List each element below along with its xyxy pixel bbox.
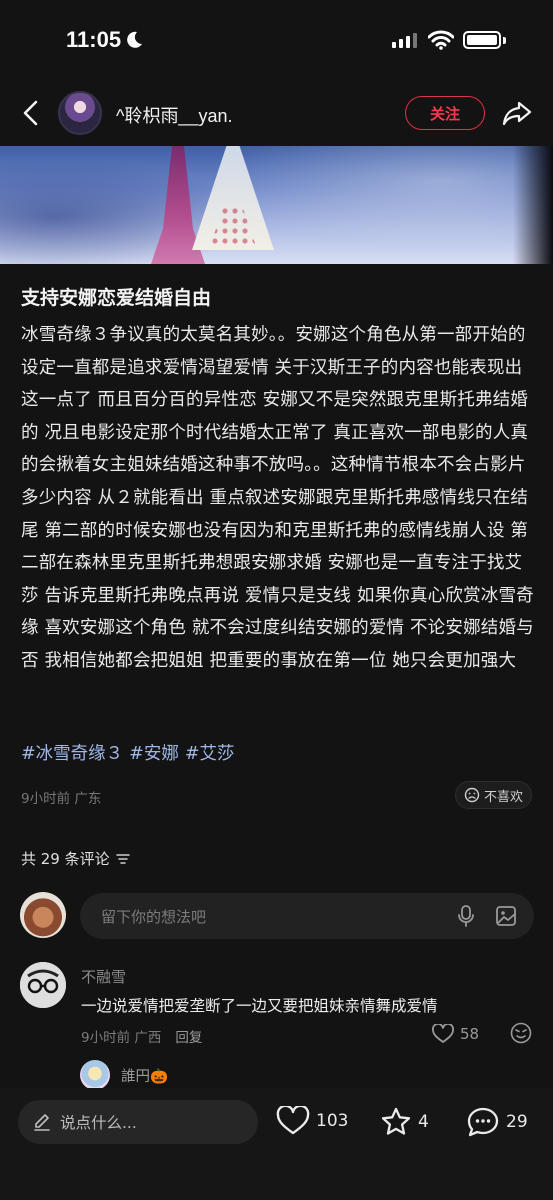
say-placeholder: 说点什么... (60, 1114, 137, 1132)
comment-like-count: 58 (460, 1025, 480, 1043)
post-body: 冰雪奇缘３争议真的太莫名其妙。。安娜这个角色从第一部开始的设定一直都是追求爱情渴… (21, 325, 534, 671)
chat-bubble-icon (467, 1107, 499, 1137)
comment-like-button[interactable]: 58 (432, 1024, 479, 1044)
pencil-icon (34, 1114, 50, 1131)
comments-header[interactable]: 共 29 条评论 (21, 848, 130, 869)
tag-link[interactable]: #艾莎 (185, 740, 235, 765)
battery-cap (503, 37, 506, 44)
bottom-action-bar: 说点什么... 103 4 29 (0, 1088, 553, 1200)
author-avatar[interactable] (58, 91, 102, 135)
post-title: 支持安娜恋爱结婚自由 (21, 287, 212, 309)
wifi-icon (427, 30, 455, 54)
post-image[interactable] (0, 146, 553, 264)
moon-icon (124, 30, 144, 54)
dislike-button[interactable]: 不喜欢 (455, 781, 533, 809)
image-icon[interactable] (495, 905, 517, 931)
chevron-left-icon (23, 100, 38, 126)
post-header: ^聆枳雨__yan. 关注 (0, 80, 553, 146)
tag-link[interactable]: #冰雪奇缘３ (21, 740, 123, 765)
favorite-button[interactable]: 4 (380, 1106, 429, 1138)
reply-button[interactable]: 回复 (175, 1026, 202, 1046)
post-tags: #冰雪奇缘３ #安娜 #艾莎 (21, 740, 235, 765)
reply-name[interactable]: 誰円🎃 (121, 1065, 168, 1086)
favorite-count: 4 (418, 1112, 429, 1132)
like-count: 103 (316, 1111, 349, 1131)
tag-link[interactable]: #安娜 (129, 740, 179, 765)
frown-icon (464, 787, 480, 803)
post-meta: 9小时前 广东 (21, 787, 101, 807)
say-something-input[interactable]: 说点什么... (18, 1100, 258, 1144)
back-button[interactable] (18, 98, 46, 128)
comment-text: 一边说爱情把爱垄断了一边又要把姐妹亲情舞成爱情 (81, 997, 438, 1015)
comment-button[interactable]: 29 (466, 1106, 528, 1138)
author-name[interactable]: ^聆枳雨__yan. (116, 102, 233, 128)
follow-button[interactable]: 关注 (405, 96, 485, 130)
comment-total: 29 (506, 1112, 528, 1132)
current-user-avatar (20, 892, 66, 938)
comment-location: 广西 (134, 1030, 162, 1046)
star-icon (381, 1107, 411, 1135)
heart-icon (432, 1024, 454, 1043)
commenter-name[interactable]: 不融雪 (81, 966, 126, 987)
status-bar: 11:05 (0, 0, 553, 80)
post-content: 支持安娜恋爱结婚自由 冰雪奇缘３争议真的太莫名其妙。。安娜这个角色从第一部开始的… (0, 264, 553, 824)
like-button[interactable]: 103 (276, 1106, 348, 1136)
post-location: 广东 (74, 791, 102, 807)
comment-count: 共 29 条评论 (21, 850, 110, 868)
reaction-icon[interactable] (510, 1022, 532, 1048)
battery-icon (463, 31, 501, 49)
comment-time: 9小时前 (81, 1030, 131, 1046)
reply-avatar[interactable] (80, 1060, 110, 1090)
commenter-avatar[interactable] (20, 962, 66, 1008)
post-time: 9小时前 (21, 791, 71, 807)
share-button[interactable] (502, 98, 532, 128)
comment-input-placeholder: 留下你的想法吧 (101, 908, 207, 926)
sort-icon[interactable] (115, 853, 130, 865)
microphone-icon[interactable] (456, 905, 476, 931)
comment-meta: 9小时前 广西 回复 (81, 1026, 202, 1046)
comment-input[interactable]: 留下你的想法吧 (80, 893, 534, 939)
cellular-signal-icon (392, 32, 417, 48)
dislike-label: 不喜欢 (484, 789, 524, 805)
heart-icon (276, 1106, 310, 1135)
share-icon (502, 101, 532, 126)
status-time: 11:05 (66, 27, 122, 52)
